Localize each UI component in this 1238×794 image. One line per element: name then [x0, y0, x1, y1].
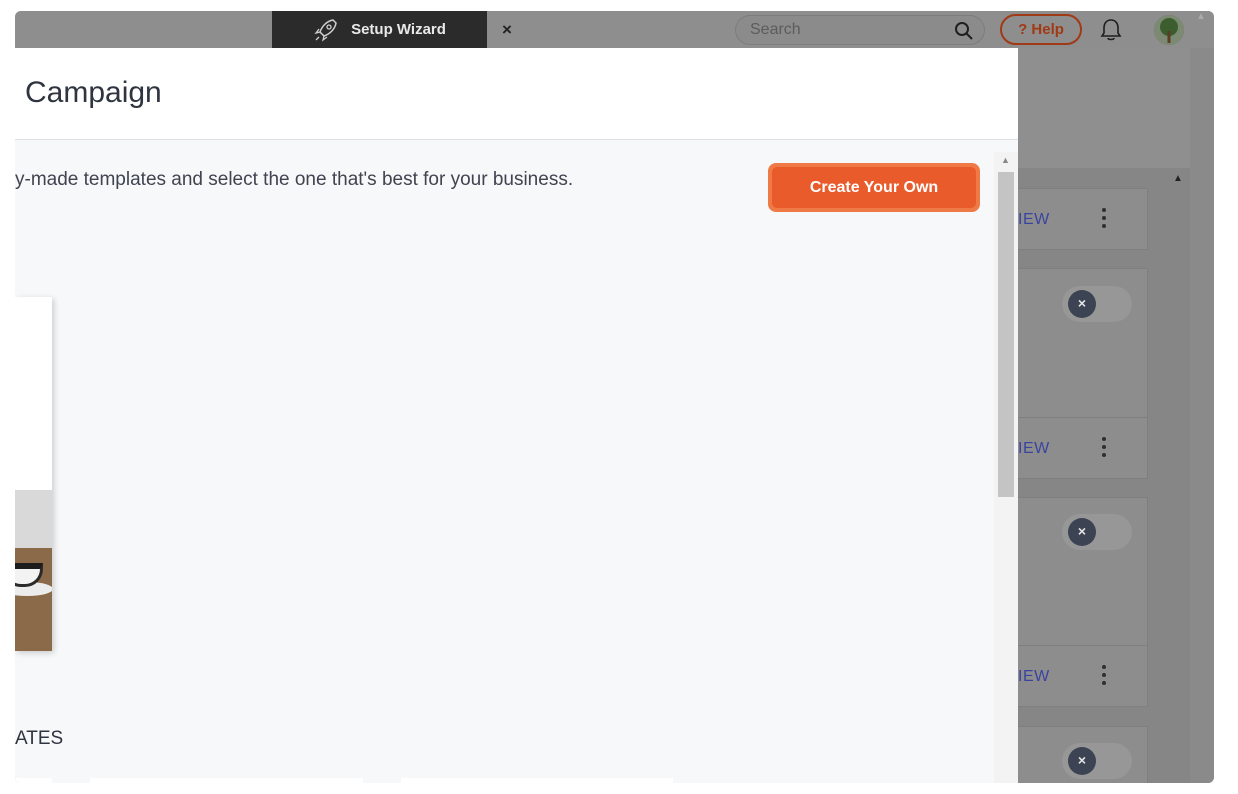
template-card[interactable] — [15, 297, 52, 651]
more-options-icon[interactable] — [1102, 437, 1106, 461]
template-image-wall — [15, 490, 52, 548]
page-scroll-up-icon[interactable]: ▲ — [1196, 11, 1210, 31]
card-view-link[interactable]: IEW — [1018, 211, 1050, 229]
top-bar: Setup Wizard × Search ? Help — [15, 11, 1214, 48]
templates-section-label: ATES — [15, 728, 64, 749]
app-window: Setup Wizard × Search ? Help ▲ IEW × IEW… — [15, 11, 1214, 783]
modal-header: Campaign — [15, 48, 1018, 140]
modal-scrollbar[interactable]: ▲ — [994, 152, 1018, 783]
scroll-up-arrow-icon[interactable]: ▲ — [1001, 155, 1010, 165]
setup-wizard-tab[interactable]: Setup Wizard — [272, 11, 487, 48]
template-thumbnail[interactable] — [15, 778, 52, 783]
setup-wizard-label: Setup Wizard — [351, 21, 446, 38]
tree-avatar-icon — [1154, 15, 1184, 45]
more-options-icon[interactable] — [1102, 665, 1106, 689]
card-view-link[interactable]: IEW — [1018, 668, 1050, 686]
template-thumbnail[interactable] — [401, 778, 673, 783]
toggle-close-icon: × — [1068, 290, 1096, 318]
background-page-header — [1018, 48, 1190, 168]
modal-scrollbar-thumb[interactable] — [998, 172, 1014, 497]
toggle-switch[interactable]: × — [1062, 286, 1132, 322]
toggle-close-icon: × — [1068, 747, 1096, 775]
create-your-own-button[interactable]: Create Your Own — [768, 163, 980, 212]
help-label: ? Help — [1018, 21, 1064, 38]
campaign-modal: Campaign y-made templates and select the… — [15, 48, 1018, 783]
background-card: IEW — [1018, 417, 1148, 479]
background-scrollbar — [1190, 48, 1214, 783]
scroll-up-arrow-icon[interactable]: ▲ — [1173, 173, 1183, 184]
search-icon[interactable] — [954, 21, 974, 41]
modal-title: Campaign — [25, 76, 162, 109]
toggle-switch[interactable]: × — [1062, 514, 1132, 550]
toggle-close-icon: × — [1068, 518, 1096, 546]
help-button[interactable]: ? Help — [1000, 14, 1082, 45]
background-card: IEW — [1018, 645, 1148, 707]
modal-subtitle: y-made templates and select the one that… — [15, 169, 574, 190]
rocket-icon — [314, 18, 337, 42]
more-options-icon[interactable] — [1102, 208, 1106, 232]
bell-icon[interactable] — [1099, 17, 1123, 43]
template-thumbnail[interactable] — [90, 778, 363, 783]
background-card: IEW — [1018, 188, 1148, 250]
create-your-own-label: Create Your Own — [772, 167, 976, 208]
search-input[interactable]: Search — [735, 15, 985, 45]
close-wizard-button[interactable]: × — [497, 20, 517, 40]
toggle-switch[interactable]: × — [1062, 743, 1132, 779]
avatar[interactable] — [1154, 15, 1184, 45]
card-view-link[interactable]: IEW — [1018, 440, 1050, 458]
search-placeholder: Search — [750, 21, 801, 38]
